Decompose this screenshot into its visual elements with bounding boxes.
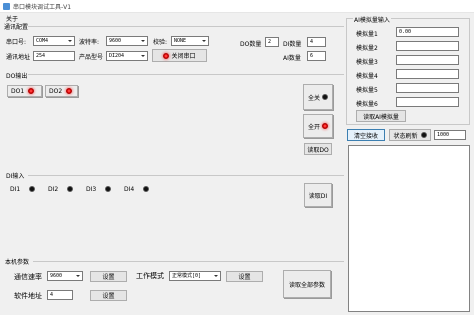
param-baud-select[interactable]: 9600	[47, 271, 83, 281]
di-count-label: DI数量	[283, 41, 302, 48]
di-count-input[interactable]: 4	[307, 37, 326, 47]
param-mode-select[interactable]: 正常模式[0]	[169, 271, 221, 281]
window-title: 串口模块调试工具-V1	[13, 4, 72, 11]
status-refresh-label: 状态刷新	[393, 132, 418, 140]
all-on-button[interactable]: 全开	[303, 114, 333, 138]
params-group-divider	[33, 261, 344, 262]
chevron-down-icon	[76, 275, 80, 277]
ai-group-title: AI模拟量输入	[353, 15, 391, 24]
param-mode-label: 工作模式	[136, 272, 164, 280]
all-on-label: 全开	[307, 123, 320, 131]
addr-label: 通讯地址	[6, 54, 31, 61]
close-port-label: 关闭串口	[171, 53, 196, 60]
comm-group-title: 通讯配置	[4, 24, 29, 31]
chevron-down-icon	[141, 55, 145, 57]
ai4-label: 模拟量4	[356, 73, 378, 80]
all-off-label: 全关	[307, 94, 320, 102]
comm-group-divider	[28, 26, 344, 27]
param-baud-value: 9600	[50, 273, 63, 279]
ai1-value: 0.00	[396, 27, 459, 37]
di1-label: DI1	[10, 186, 21, 193]
close-port-button[interactable]: 关闭串口	[152, 49, 207, 62]
parity-select[interactable]: NONE	[171, 36, 209, 46]
receive-log[interactable]	[348, 145, 470, 312]
do-group-title: DO输出	[6, 73, 28, 80]
all-off-button[interactable]: 全关	[303, 84, 333, 110]
baud-label: 波特率:	[79, 39, 100, 46]
model-select[interactable]: DI204	[106, 51, 148, 61]
ai-count-label: AI数量	[283, 55, 301, 62]
clear-receive-button[interactable]: 清空接收	[347, 129, 385, 141]
all-off-status-icon	[322, 94, 328, 100]
di2-status-icon	[67, 186, 73, 192]
ai6-label: 模拟量6	[356, 101, 378, 108]
di3-label: DI3	[86, 186, 97, 193]
ai2-label: 模拟量2	[356, 45, 378, 52]
chevron-down-icon	[214, 275, 218, 277]
port-status-icon	[163, 52, 170, 59]
ai3-value	[396, 55, 459, 65]
set-addr-button[interactable]: 设置	[90, 290, 127, 301]
status-refresh-icon	[420, 132, 427, 138]
param-addr-label: 软件地址	[14, 292, 42, 300]
parity-label: 校验:	[153, 39, 168, 46]
do-count-input[interactable]: 2	[265, 37, 279, 47]
di1-status-icon	[29, 186, 35, 192]
do1-button[interactable]: DO1	[7, 85, 42, 97]
do-group-divider	[28, 74, 344, 75]
status-refresh-toggle[interactable]: 状态刷新	[389, 129, 431, 141]
ai2-value	[396, 41, 459, 51]
port-select[interactable]: COM4	[33, 36, 75, 46]
baud-select-value: 9600	[109, 38, 122, 44]
ai-count-input[interactable]: 6	[307, 51, 326, 61]
read-ai-button[interactable]: 读取AI模拟量	[356, 110, 406, 122]
read-di-button[interactable]: 读取DI	[304, 183, 332, 207]
read-all-params-button[interactable]: 读取全部参数	[283, 270, 331, 298]
param-baud-label: 通信速率	[14, 273, 42, 281]
param-addr-input[interactable]: 4	[47, 290, 73, 300]
model-label: 产品型号	[79, 54, 104, 61]
chevron-down-icon	[141, 40, 145, 42]
parity-select-value: NONE	[174, 38, 187, 44]
ai6-value	[396, 97, 459, 107]
port-label: 串口号:	[6, 39, 27, 46]
chevron-down-icon	[202, 40, 206, 42]
di4-status-icon	[143, 186, 149, 192]
ai3-label: 模拟量3	[356, 59, 378, 66]
do2-label: DO2	[49, 87, 63, 95]
di-group-divider	[28, 175, 344, 176]
ai4-value	[396, 69, 459, 79]
di2-label: DI2	[48, 186, 59, 193]
baud-select[interactable]: 9600	[106, 36, 148, 46]
do1-status-icon	[28, 88, 35, 94]
ai5-value	[396, 83, 459, 93]
window-titlebar: 串口模块调试工具-V1	[0, 0, 474, 13]
addr-input[interactable]: 254	[33, 51, 75, 61]
set-mode-button[interactable]: 设置	[226, 271, 263, 282]
do2-status-icon	[66, 88, 73, 94]
do-count-label: DO数量	[240, 41, 262, 48]
refresh-interval-input[interactable]: 1000	[434, 130, 466, 140]
app-icon	[3, 3, 10, 10]
read-do-button[interactable]: 读取DO	[304, 143, 332, 155]
do2-button[interactable]: DO2	[45, 85, 78, 97]
model-select-value: DI204	[109, 53, 125, 59]
params-group-title: 本机参数	[5, 259, 30, 266]
do1-label: DO1	[11, 87, 25, 95]
di4-label: DI4	[124, 186, 135, 193]
di-group-title: DI输入	[6, 173, 25, 180]
ai5-label: 模拟量5	[356, 87, 378, 94]
all-on-status-icon	[322, 123, 328, 129]
param-mode-value: 正常模式[0]	[172, 273, 202, 279]
ai1-label: 模拟量1	[356, 31, 378, 38]
chevron-down-icon	[68, 40, 72, 42]
port-select-value: COM4	[36, 38, 49, 44]
set-baud-button[interactable]: 设置	[90, 271, 127, 282]
di3-status-icon	[105, 186, 111, 192]
